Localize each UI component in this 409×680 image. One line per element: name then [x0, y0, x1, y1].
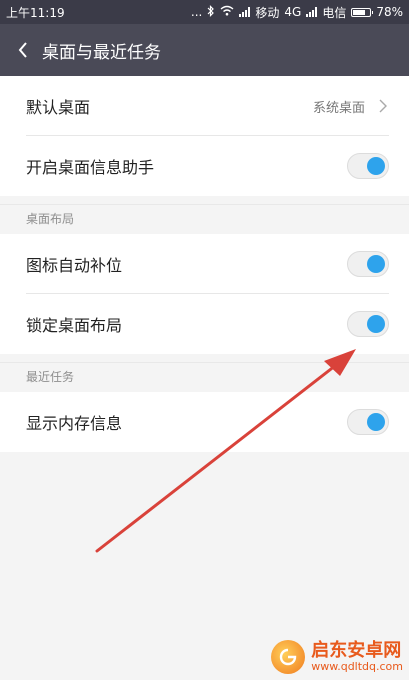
show-memory-label: 显示内存信息	[26, 414, 123, 433]
battery-icon	[351, 7, 374, 17]
show-memory-row: 显示内存信息	[0, 392, 409, 452]
default-desktop-value: 系统桌面	[312, 100, 365, 116]
toggle-knob	[367, 315, 385, 333]
carrier-1: 移动	[255, 5, 280, 20]
watermark: 启东安卓网 www.qdltdq.com	[271, 640, 403, 674]
lock-layout-label: 锁定桌面布局	[26, 316, 123, 335]
settings-list: 默认桌面 系统桌面 开启桌面信息助手 桌面布局 图标自动补位 锁定桌面布局 最近…	[0, 76, 409, 452]
battery-percent: 78%	[376, 5, 403, 19]
default-desktop-row[interactable]: 默认桌面 系统桌面	[0, 76, 409, 136]
wifi-icon	[220, 5, 234, 19]
signal-icon-2	[306, 7, 318, 17]
section-title-layout: 桌面布局	[0, 204, 409, 234]
status-time: 上午11:19	[6, 5, 65, 20]
desktop-assistant-toggle[interactable]	[347, 153, 389, 179]
default-desktop-label: 默认桌面	[26, 98, 91, 117]
watermark-url: www.qdltdq.com	[311, 659, 403, 673]
toggle-knob	[367, 413, 385, 431]
status-bar: 上午11:19 ... 移动 4G 电信 78%	[0, 0, 409, 24]
back-icon[interactable]	[6, 24, 40, 76]
desktop-assistant-label: 开启桌面信息助手	[26, 158, 155, 177]
network-type: 4G	[284, 5, 302, 19]
status-icons: ... 移动 4G 电信 78%	[191, 4, 403, 21]
layout-section: 桌面布局 图标自动补位 锁定桌面布局	[0, 204, 409, 354]
watermark-logo-icon	[271, 640, 306, 674]
lock-layout-row: 锁定桌面布局	[0, 294, 409, 354]
auto-fill-label: 图标自动补位	[26, 256, 123, 275]
notification-dots: ...	[190, 5, 203, 19]
desktop-assistant-row: 开启桌面信息助手	[0, 136, 409, 196]
toggle-knob	[367, 255, 385, 273]
page-title: 桌面与最近任务	[42, 42, 161, 63]
auto-fill-row: 图标自动补位	[0, 234, 409, 294]
carrier-2: 电信	[322, 5, 347, 20]
auto-fill-toggle[interactable]	[347, 251, 389, 277]
toggle-knob	[367, 157, 385, 175]
lock-layout-toggle[interactable]	[347, 311, 389, 337]
recent-section: 最近任务 显示内存信息	[0, 362, 409, 452]
signal-icon	[239, 7, 251, 17]
watermark-text: 启东安卓网 www.qdltdq.com	[311, 641, 403, 673]
section-title-recent: 最近任务	[0, 362, 409, 392]
bluetooth-icon	[207, 4, 215, 20]
chevron-right-icon	[379, 99, 389, 113]
app-header: 桌面与最近任务	[0, 24, 409, 76]
show-memory-toggle[interactable]	[347, 409, 389, 435]
watermark-name: 启东安卓网	[311, 640, 402, 662]
